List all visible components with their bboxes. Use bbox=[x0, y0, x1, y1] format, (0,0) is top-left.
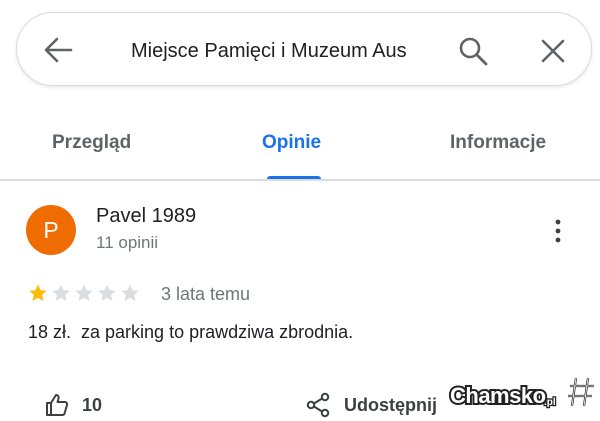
close-icon[interactable] bbox=[539, 37, 567, 65]
star-filled-icon bbox=[29, 284, 47, 301]
star-empty-icon bbox=[121, 284, 139, 301]
star-rating bbox=[28, 283, 140, 305]
watermark-logo: Chamsko .pl bbox=[448, 377, 594, 410]
reviewer-review-count: 11 opinii bbox=[96, 233, 159, 252]
search-bar[interactable]: Miejsce Pamięci i Muzeum Aus bbox=[16, 12, 592, 86]
svg-text:.pl: .pl bbox=[544, 397, 556, 408]
review-text: 18 zł. za parking to prawdziwa zbrodnia. bbox=[28, 322, 354, 342]
review-date: 3 lata temu bbox=[161, 284, 251, 304]
thumbs-up-icon bbox=[46, 394, 69, 416]
star-empty-icon bbox=[98, 284, 116, 301]
share-label: Udostępnij bbox=[344, 394, 437, 415]
reviewer-name[interactable]: Pavel 1989 bbox=[96, 204, 196, 228]
avatar[interactable]: P bbox=[26, 205, 76, 255]
star-empty-icon bbox=[75, 284, 93, 301]
svg-text:Chamsko: Chamsko bbox=[450, 383, 546, 408]
like-button[interactable]: 10 bbox=[44, 390, 102, 420]
back-arrow-icon[interactable] bbox=[43, 36, 73, 64]
tab-overview[interactable]: Przegląd bbox=[52, 130, 131, 156]
more-options-icon[interactable] bbox=[550, 218, 566, 244]
search-icon[interactable] bbox=[457, 35, 489, 67]
search-input[interactable]: Miejsce Pamięci i Muzeum Aus bbox=[131, 37, 449, 65]
tab-about[interactable]: Informacje bbox=[450, 130, 546, 156]
star-empty-icon bbox=[52, 284, 70, 301]
share-button[interactable]: Udostępnij bbox=[306, 390, 437, 420]
like-count: 10 bbox=[82, 394, 103, 415]
tab-reviews[interactable]: Opinie bbox=[262, 130, 321, 156]
tab-bar: Przegląd Opinie Informacje bbox=[0, 120, 600, 179]
share-icon bbox=[306, 392, 330, 418]
divider bbox=[0, 179, 600, 181]
